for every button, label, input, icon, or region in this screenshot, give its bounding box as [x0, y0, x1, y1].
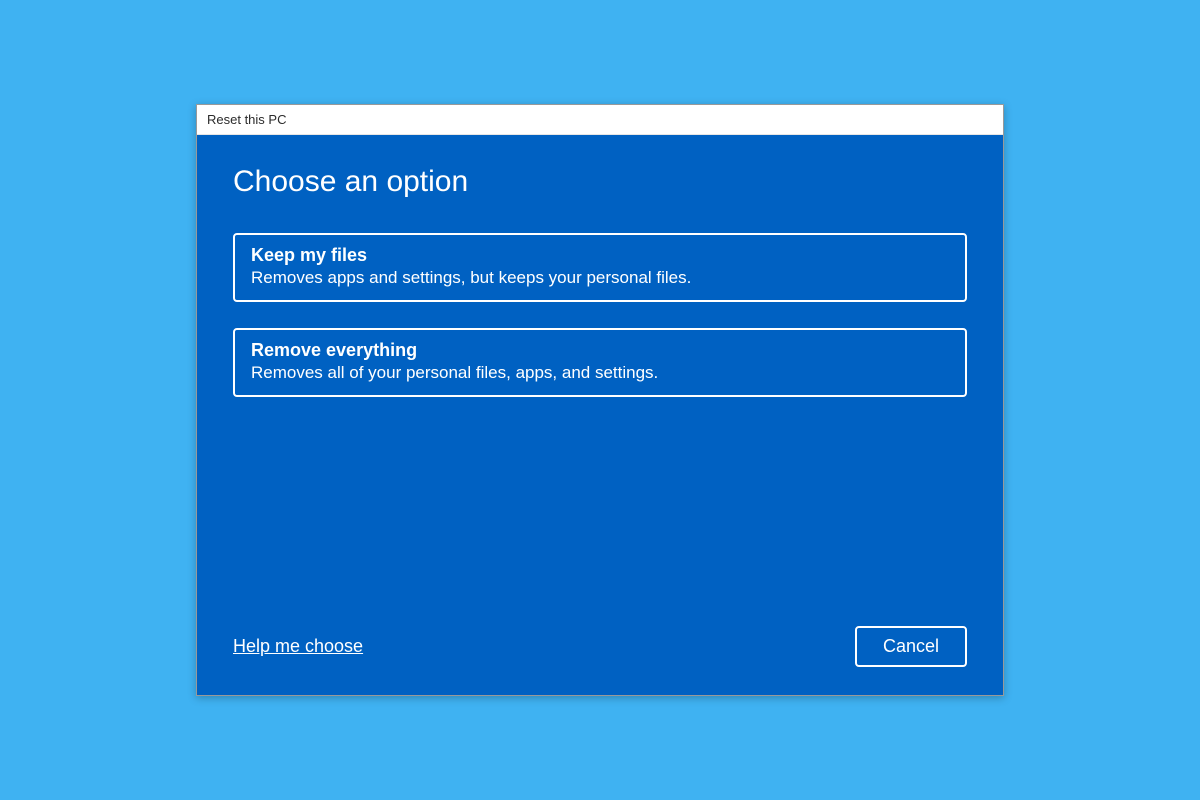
option-description: Removes apps and settings, but keeps you… — [251, 268, 949, 288]
dialog-content: Choose an option Keep my files Removes a… — [197, 135, 1003, 695]
cancel-button[interactable]: Cancel — [855, 626, 967, 667]
option-title: Remove everything — [251, 340, 949, 361]
reset-pc-dialog: Reset this PC Choose an option Keep my f… — [196, 104, 1004, 696]
option-title: Keep my files — [251, 245, 949, 266]
titlebar: Reset this PC — [197, 105, 1003, 135]
option-remove-everything[interactable]: Remove everything Removes all of your pe… — [233, 328, 967, 397]
dialog-title: Reset this PC — [207, 112, 286, 127]
option-list: Keep my files Removes apps and settings,… — [233, 233, 967, 397]
option-description: Removes all of your personal files, apps… — [251, 363, 949, 383]
help-me-choose-link[interactable]: Help me choose — [233, 636, 363, 657]
page-heading: Choose an option — [233, 165, 967, 199]
dialog-footer: Help me choose Cancel — [233, 606, 967, 667]
option-keep-my-files[interactable]: Keep my files Removes apps and settings,… — [233, 233, 967, 302]
